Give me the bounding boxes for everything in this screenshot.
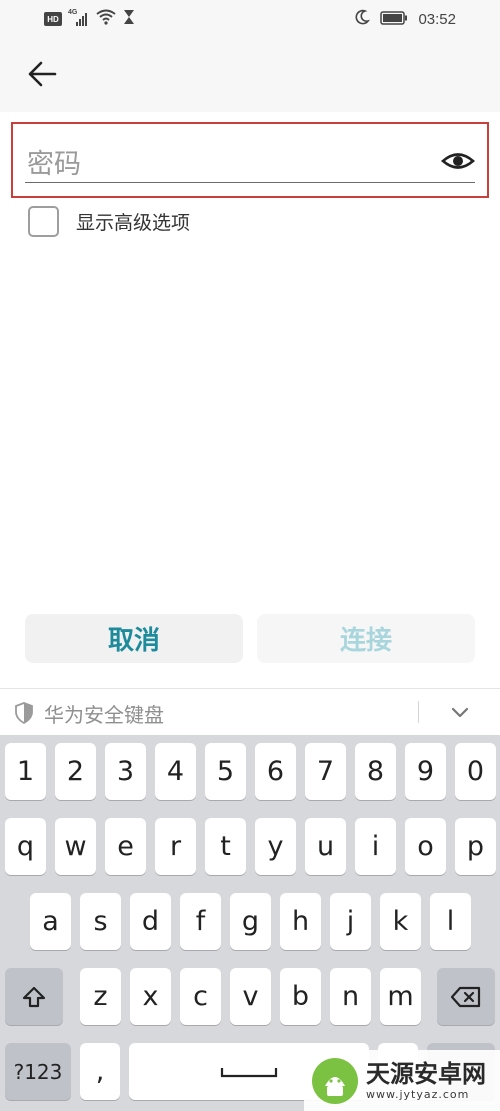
- key-3[interactable]: 3: [105, 743, 146, 800]
- shift-key[interactable]: [5, 968, 63, 1025]
- key-0[interactable]: 0: [455, 743, 496, 800]
- key-x[interactable]: x: [130, 968, 171, 1025]
- advanced-options-label: 显示高级选项: [76, 211, 191, 234]
- space-icon: [220, 1067, 278, 1077]
- key-i[interactable]: i: [355, 818, 396, 875]
- signal-icon: 4G: [68, 9, 90, 27]
- arrow-left-icon: [28, 61, 57, 87]
- key-u[interactable]: u: [305, 818, 346, 875]
- key-o[interactable]: o: [405, 818, 446, 875]
- chevron-down-icon: [451, 707, 469, 718]
- password-input[interactable]: 密码: [27, 142, 81, 181]
- key-e[interactable]: e: [105, 818, 146, 875]
- battery-icon: [380, 10, 408, 29]
- backspace-key[interactable]: [437, 968, 495, 1025]
- back-button[interactable]: [22, 54, 62, 94]
- watermark-logo: [312, 1057, 358, 1104]
- watermark: 天源安卓网 www.jytyaz.com: [304, 1050, 500, 1111]
- key-c[interactable]: c: [180, 968, 221, 1025]
- watermark-name: 天源安卓网: [366, 1060, 486, 1088]
- backspace-icon: [450, 986, 481, 1007]
- key-n[interactable]: n: [330, 968, 371, 1025]
- key-4[interactable]: 4: [155, 743, 196, 800]
- key-5[interactable]: 5: [205, 743, 246, 800]
- shift-icon: [22, 986, 46, 1007]
- comma-key[interactable]: ,: [80, 1043, 120, 1100]
- key-g[interactable]: g: [230, 893, 271, 950]
- status-time: 03:52: [418, 10, 456, 28]
- show-password-toggle[interactable]: [441, 146, 475, 176]
- key-2[interactable]: 2: [55, 743, 96, 800]
- moon-icon: [354, 9, 371, 29]
- key-z[interactable]: z: [80, 968, 121, 1025]
- wifi-icon: [96, 9, 116, 29]
- eye-icon: [441, 153, 475, 169]
- status-bar: HD 4G 03:52: [0, 0, 500, 36]
- password-field-container: 密码: [11, 122, 489, 198]
- key-v[interactable]: v: [230, 968, 271, 1025]
- symbols-key[interactable]: ?123: [5, 1043, 71, 1100]
- key-8[interactable]: 8: [355, 743, 396, 800]
- key-b[interactable]: b: [280, 968, 321, 1025]
- key-q[interactable]: q: [5, 818, 46, 875]
- key-1[interactable]: 1: [5, 743, 46, 800]
- key-9[interactable]: 9: [405, 743, 446, 800]
- watermark-url: www.jytyaz.com: [366, 1088, 470, 1101]
- key-j[interactable]: j: [330, 893, 371, 950]
- key-7[interactable]: 7: [305, 743, 346, 800]
- cancel-button[interactable]: 取消: [25, 614, 243, 663]
- password-underline: [25, 182, 475, 183]
- hourglass-icon: [122, 9, 136, 29]
- keyboard-title-bar: 华为安全键盘: [0, 688, 500, 735]
- key-6[interactable]: 6: [255, 743, 296, 800]
- key-t[interactable]: t: [205, 818, 246, 875]
- wifi-password-dialog: HD 4G 03:52 密码 显示高级选项 取消 连接 华为安全键盘 1 2 3…: [0, 0, 500, 1111]
- keyboard-collapse-button[interactable]: [447, 701, 473, 723]
- key-k[interactable]: k: [380, 893, 421, 950]
- key-d[interactable]: d: [130, 893, 171, 950]
- connect-button[interactable]: 连接: [257, 614, 475, 663]
- dialog-header: [0, 36, 500, 112]
- key-h[interactable]: h: [280, 893, 321, 950]
- key-a[interactable]: a: [30, 893, 71, 950]
- keyboard-title: 华为安全键盘: [44, 703, 164, 727]
- key-l[interactable]: l: [430, 893, 471, 950]
- keyboard-bar-divider: [418, 701, 419, 723]
- key-f[interactable]: f: [180, 893, 221, 950]
- shield-icon: [15, 702, 33, 724]
- advanced-options-checkbox[interactable]: [28, 205, 59, 237]
- key-r[interactable]: r: [155, 818, 196, 875]
- key-m[interactable]: m: [380, 968, 421, 1025]
- hd-icon: HD: [44, 12, 62, 26]
- key-w[interactable]: w: [55, 818, 96, 875]
- key-p[interactable]: p: [455, 818, 496, 875]
- advanced-options-row[interactable]: 显示高级选项: [28, 205, 190, 237]
- key-y[interactable]: y: [255, 818, 296, 875]
- key-s[interactable]: s: [80, 893, 121, 950]
